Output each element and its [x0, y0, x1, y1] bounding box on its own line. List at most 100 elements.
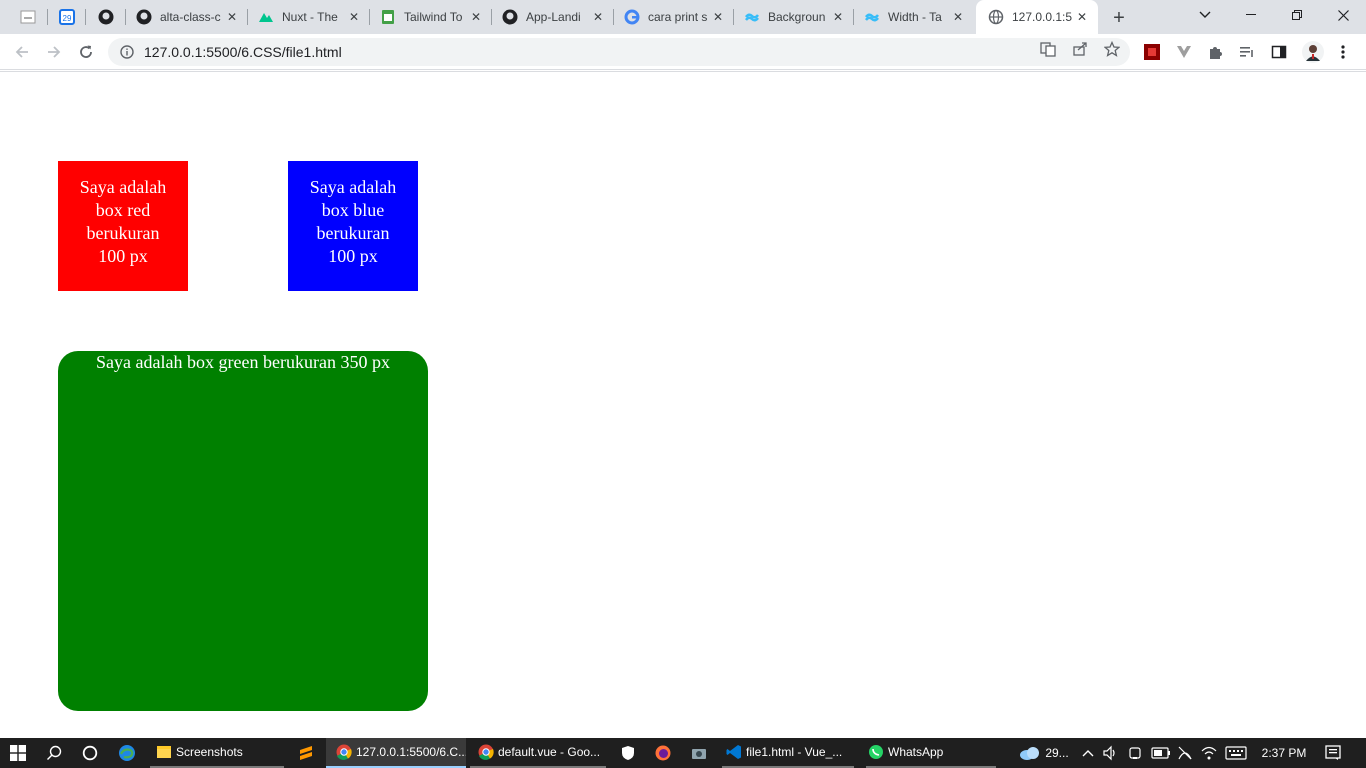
site-info-icon[interactable] [118, 43, 136, 61]
side-panel-icon[interactable] [1270, 43, 1288, 61]
more-menu-icon[interactable] [1334, 43, 1352, 61]
tab-title: Backgroun [768, 10, 826, 24]
folder-icon [156, 744, 172, 760]
tab-close-icon[interactable]: ✕ [1074, 9, 1090, 25]
extension-vuetools-icon[interactable] [1175, 43, 1193, 61]
tab-close-icon[interactable]: ✕ [710, 9, 726, 25]
tab-app-landing[interactable]: App-Landi ✕ [492, 0, 614, 34]
windows-logo-icon [10, 745, 26, 761]
tab-pinned-3[interactable] [86, 0, 126, 34]
sublime-icon [300, 746, 312, 760]
github-icon [502, 9, 518, 25]
chrome-icon [478, 744, 494, 760]
nuxt-icon [258, 9, 274, 25]
restore-button[interactable] [1274, 0, 1320, 30]
cortana-icon[interactable] [82, 738, 100, 768]
tab-favicon-white-icon [20, 9, 36, 25]
weather-widget[interactable]: 29... [1012, 738, 1076, 768]
volume-icon[interactable] [1102, 738, 1118, 768]
chrome-icon [336, 744, 352, 760]
url-text[interactable]: 127.0.0.1:5500/6.CSS/file1.html [144, 44, 342, 60]
tab-background[interactable]: Backgroun ✕ [734, 0, 854, 34]
keyboard-icon[interactable] [1224, 738, 1248, 768]
blue-box-text: Saya adalah box blue berukuran 100 px [309, 177, 397, 266]
network-off-icon[interactable] [1176, 738, 1194, 768]
taskbar-app-camera[interactable] [691, 738, 709, 768]
red-box-text: Saya adalah box red berukuran 100 px [79, 177, 167, 266]
firefox-icon [655, 745, 671, 761]
wifi-icon[interactable] [1200, 738, 1218, 768]
tab-title: Nuxt - The [282, 10, 338, 24]
tab-close-icon[interactable]: ✕ [468, 9, 484, 25]
display-icon[interactable] [1126, 738, 1144, 768]
tab-google-search[interactable]: cara print s ✕ [614, 0, 734, 34]
reload-icon [80, 45, 92, 58]
tab-close-icon[interactable]: ✕ [950, 9, 966, 25]
new-tab-button[interactable]: + [1108, 7, 1130, 29]
tab-localhost-active[interactable]: 127.0.0.1:5 ✕ [976, 0, 1098, 34]
tab-close-icon[interactable]: ✕ [224, 9, 240, 25]
extensions-puzzle-icon[interactable] [1207, 43, 1225, 61]
tab-alta-class[interactable]: alta-class-c ✕ [126, 0, 248, 34]
tab-search-chevron-down-icon[interactable] [1182, 0, 1228, 30]
taskbar-app-label: 127.0.0.1:5500/6.C... [356, 745, 466, 759]
green-box: Saya adalah box green berukuran 350 px [58, 351, 428, 711]
bookmark-star-icon[interactable] [1103, 40, 1121, 58]
globe-icon [988, 9, 1004, 25]
battery-icon[interactable] [1150, 738, 1172, 768]
taskbar-app-whatsapp[interactable]: WhatsApp [866, 738, 996, 768]
camera-icon [692, 749, 706, 759]
blue-box: Saya adalah box blue berukuran 100 px [288, 161, 418, 291]
start-button[interactable] [10, 738, 30, 768]
forward-button[interactable] [42, 40, 66, 64]
arrow-right-icon [48, 46, 61, 58]
tab-pinned-1[interactable] [8, 0, 48, 34]
google-icon [624, 9, 640, 25]
reload-button[interactable] [74, 40, 98, 64]
calendar-icon: 29 [59, 9, 75, 25]
address-bar[interactable]: 127.0.0.1:5500/6.CSS/file1.html [108, 38, 1130, 66]
taskbar-app-chrome-localhost[interactable]: 127.0.0.1:5500/6.C... [326, 738, 466, 768]
github-icon [98, 9, 114, 25]
close-window-button[interactable] [1320, 0, 1366, 30]
reading-list-icon[interactable] [1238, 43, 1256, 61]
vscode-icon [726, 744, 742, 760]
whatsapp-icon [868, 744, 884, 760]
tab-close-icon[interactable]: ✕ [590, 9, 606, 25]
taskbar-app-sublime[interactable] [298, 738, 318, 768]
tab-close-icon[interactable]: ✕ [830, 9, 846, 25]
edge-icon[interactable] [118, 738, 136, 768]
notification-center-icon[interactable] [1322, 738, 1344, 768]
tab-width[interactable]: Width - Ta ✕ [854, 0, 974, 34]
tab-close-icon[interactable]: ✕ [346, 9, 362, 25]
taskbar-app-label: WhatsApp [888, 745, 944, 759]
github-icon [136, 9, 152, 25]
back-button[interactable] [10, 40, 34, 64]
tab-pinned-2[interactable]: 29 [48, 0, 86, 34]
taskbar-app-firefox[interactable] [655, 738, 673, 768]
taskbar-app-label: default.vue - Goo... [498, 745, 601, 759]
translate-icon[interactable] [1039, 40, 1057, 58]
search-icon[interactable] [46, 738, 64, 768]
profile-avatar[interactable] [1302, 41, 1324, 63]
taskbar-app-label: Screenshots [176, 745, 243, 759]
taskbar-clock[interactable]: 2:37 PM [1254, 738, 1314, 768]
minimize-button[interactable] [1228, 0, 1274, 30]
tab-nuxt[interactable]: Nuxt - The ✕ [248, 0, 370, 34]
chevron-up-icon[interactable] [1080, 738, 1096, 768]
extension-red-icon[interactable] [1143, 43, 1161, 61]
taskbar-app-chrome-default-vue[interactable]: default.vue - Goo... [470, 738, 606, 768]
taskbar-app-security[interactable] [620, 738, 638, 768]
tab-tailwind-to[interactable]: Tailwind To ✕ [370, 0, 492, 34]
page-viewport: Saya adalah box red berukuran 100 px Say… [0, 71, 1366, 738]
taskbar-app-vscode[interactable]: file1.html - Vue_... [722, 738, 854, 768]
red-box: Saya adalah box red berukuran 100 px [58, 161, 188, 291]
taskbar-app-screenshots[interactable]: Screenshots [150, 738, 284, 768]
share-icon[interactable] [1071, 40, 1089, 58]
tab-title: App-Landi [526, 10, 581, 24]
tailwind-icon [864, 9, 880, 25]
shield-icon [622, 746, 634, 760]
tailwind-icon [744, 9, 760, 25]
tab-title: Width - Ta [888, 10, 942, 24]
green-box-text: Saya adalah box green berukuran 350 px [96, 352, 390, 372]
